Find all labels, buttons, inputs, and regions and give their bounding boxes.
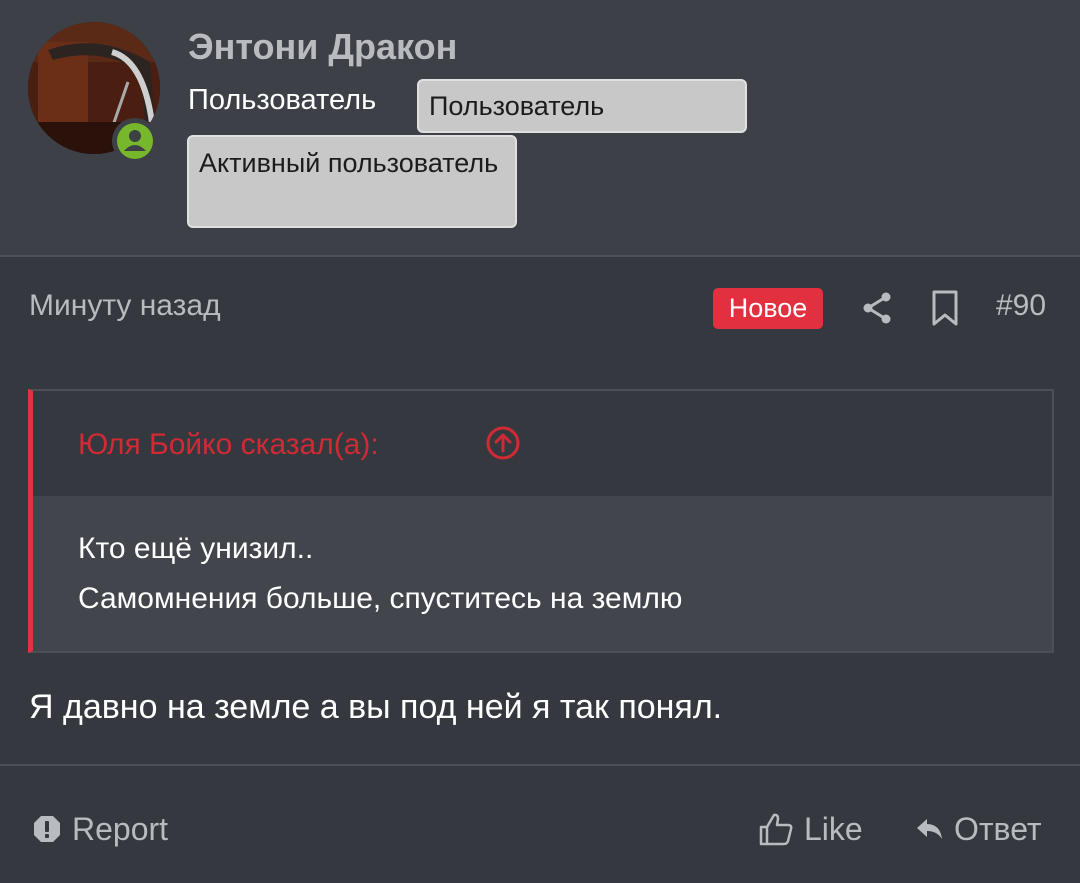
new-badge: Новое [713, 288, 823, 329]
author-title: Пользователь [188, 84, 377, 116]
like-button[interactable]: Like [758, 808, 863, 850]
like-label: Like [804, 810, 863, 847]
post-message: Я давно на земле а вы под ней я так поня… [29, 688, 723, 726]
divider [0, 764, 1080, 766]
thumbs-up-icon [759, 813, 793, 846]
author-name[interactable]: Энтони Дракон [188, 26, 457, 68]
user-badge: Активный пользователь [187, 135, 517, 228]
bookmark-icon[interactable] [929, 289, 961, 327]
arrow-up-circle-icon[interactable] [485, 425, 521, 461]
quote-author[interactable]: Юля Бойко сказал(а): [78, 428, 379, 462]
reply-button[interactable]: Ответ [914, 808, 1042, 850]
post-meta-bar: Минуту назад Новое #90 [0, 257, 1080, 357]
quote-header: Юля Бойко сказал(а): [33, 391, 1052, 496]
report-button[interactable]: Report [32, 808, 168, 850]
user-icon [124, 130, 146, 151]
post-time[interactable]: Минуту назад [29, 289, 221, 323]
report-label: Report [72, 810, 169, 847]
quote-text-line: Самомнения больше, спуститесь на землю [78, 582, 683, 615]
share-icon[interactable] [860, 290, 894, 326]
post-author-header: Энтони Дракон Пользователь Пользователь … [0, 0, 1080, 257]
post-number-link[interactable]: #90 [996, 289, 1046, 323]
reply-label: Ответ [954, 810, 1042, 847]
alert-octagon-icon [34, 816, 60, 842]
quote-block: Юля Бойко сказал(а): Кто ещё унизил.. Са… [28, 389, 1054, 653]
quote-body: Кто ещё унизил.. Самомнения больше, спус… [33, 496, 1052, 651]
user-badge: Пользователь [417, 79, 747, 133]
quote-text-line: Кто ещё унизил.. [78, 532, 314, 565]
reply-arrow-icon [917, 819, 942, 839]
online-status-badge [112, 118, 158, 164]
